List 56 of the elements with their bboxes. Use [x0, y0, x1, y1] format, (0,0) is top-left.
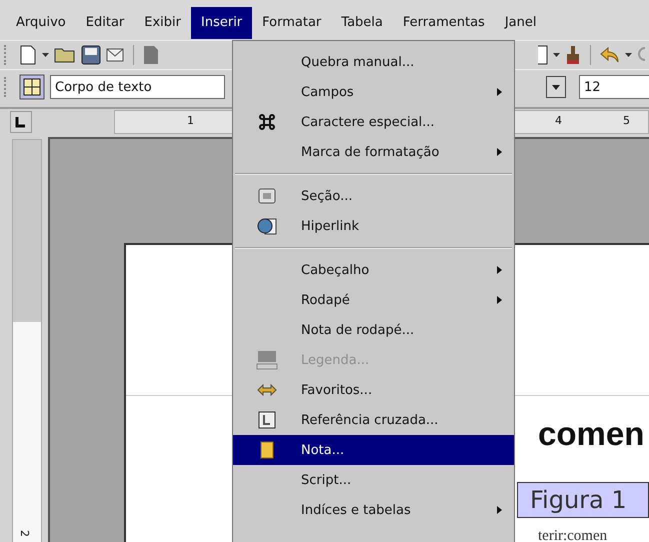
menu-item[interactable]: Quebra manual...: [233, 47, 514, 77]
menu-item[interactable]: Tabela: [331, 7, 393, 39]
paragraph-style-field[interactable]: Corpo de texto: [50, 75, 225, 99]
menu-item[interactable]: Caractere especial...: [233, 107, 514, 137]
menu-item[interactable]: Exibir: [134, 7, 191, 39]
submenu-arrow-icon: [497, 296, 502, 304]
menu-item[interactable]: Nota...: [233, 435, 514, 465]
mail-icon[interactable]: [106, 48, 124, 62]
menu-item[interactable]: Janel: [494, 7, 546, 39]
submenu-arrow-icon: [497, 148, 502, 156]
folder-icon[interactable]: [54, 46, 76, 64]
menu-item[interactable]: Indíces e tabelas: [233, 495, 514, 525]
tab-stop-icon[interactable]: [10, 111, 32, 133]
submenu-arrow-icon: [497, 266, 502, 274]
dropdown-icon[interactable]: [42, 53, 49, 57]
section-icon: [258, 188, 276, 204]
note-icon: [260, 441, 274, 459]
figure-caption: Figura 1: [517, 482, 649, 518]
ruler-number: 2: [18, 530, 31, 537]
grid-icon[interactable]: [19, 74, 45, 100]
new-document-icon[interactable]: [19, 45, 37, 65]
menu-item[interactable]: Campos: [233, 77, 514, 107]
cross-reference-icon: [258, 411, 276, 429]
globe-icon: [257, 217, 277, 235]
menu-item[interactable]: Inserir: [191, 7, 252, 39]
menu-item[interactable]: Favoritos...: [233, 375, 514, 405]
menu-item[interactable]: Script...: [233, 465, 514, 495]
dropdown-icon[interactable]: [625, 53, 632, 57]
submenu-arrow-icon: [497, 88, 502, 96]
menu-item[interactable]: Hiperlink: [233, 211, 514, 241]
bookmark-icon: [257, 383, 277, 397]
document-heading: comen: [538, 415, 644, 453]
undo-icon[interactable]: [600, 46, 620, 64]
menu-item[interactable]: Nota de rodapé...: [233, 315, 514, 345]
dropdown-icon[interactable]: [546, 76, 566, 98]
menu-item[interactable]: Ferramentas: [392, 7, 495, 39]
document-icon[interactable]: [538, 45, 548, 65]
document-text: terir:comen: [538, 528, 608, 542]
submenu-arrow-icon: [497, 506, 502, 514]
ruler-number: 5: [623, 114, 630, 127]
save-icon[interactable]: [81, 45, 101, 65]
command-icon: [258, 113, 276, 131]
menu-item[interactable]: Seção...: [233, 181, 514, 211]
ruler-number: 4: [555, 114, 562, 127]
menu-item[interactable]: Marca de formatação: [233, 137, 514, 167]
brush-icon[interactable]: [565, 45, 581, 65]
menu-item[interactable]: Cabeçalho: [233, 255, 514, 285]
ruler-number: 1: [187, 114, 194, 127]
menu-item[interactable]: Rodapé: [233, 285, 514, 315]
menu-item[interactable]: Arquivo: [6, 7, 76, 39]
menu-item[interactable]: Referência cruzada...: [233, 405, 514, 435]
menu-item[interactable]: Editar: [76, 7, 134, 39]
font-size-field[interactable]: 12: [579, 75, 649, 99]
dropdown-icon[interactable]: [553, 53, 560, 57]
menu-item[interactable]: Formatar: [252, 7, 332, 39]
caption-icon: [256, 350, 278, 370]
